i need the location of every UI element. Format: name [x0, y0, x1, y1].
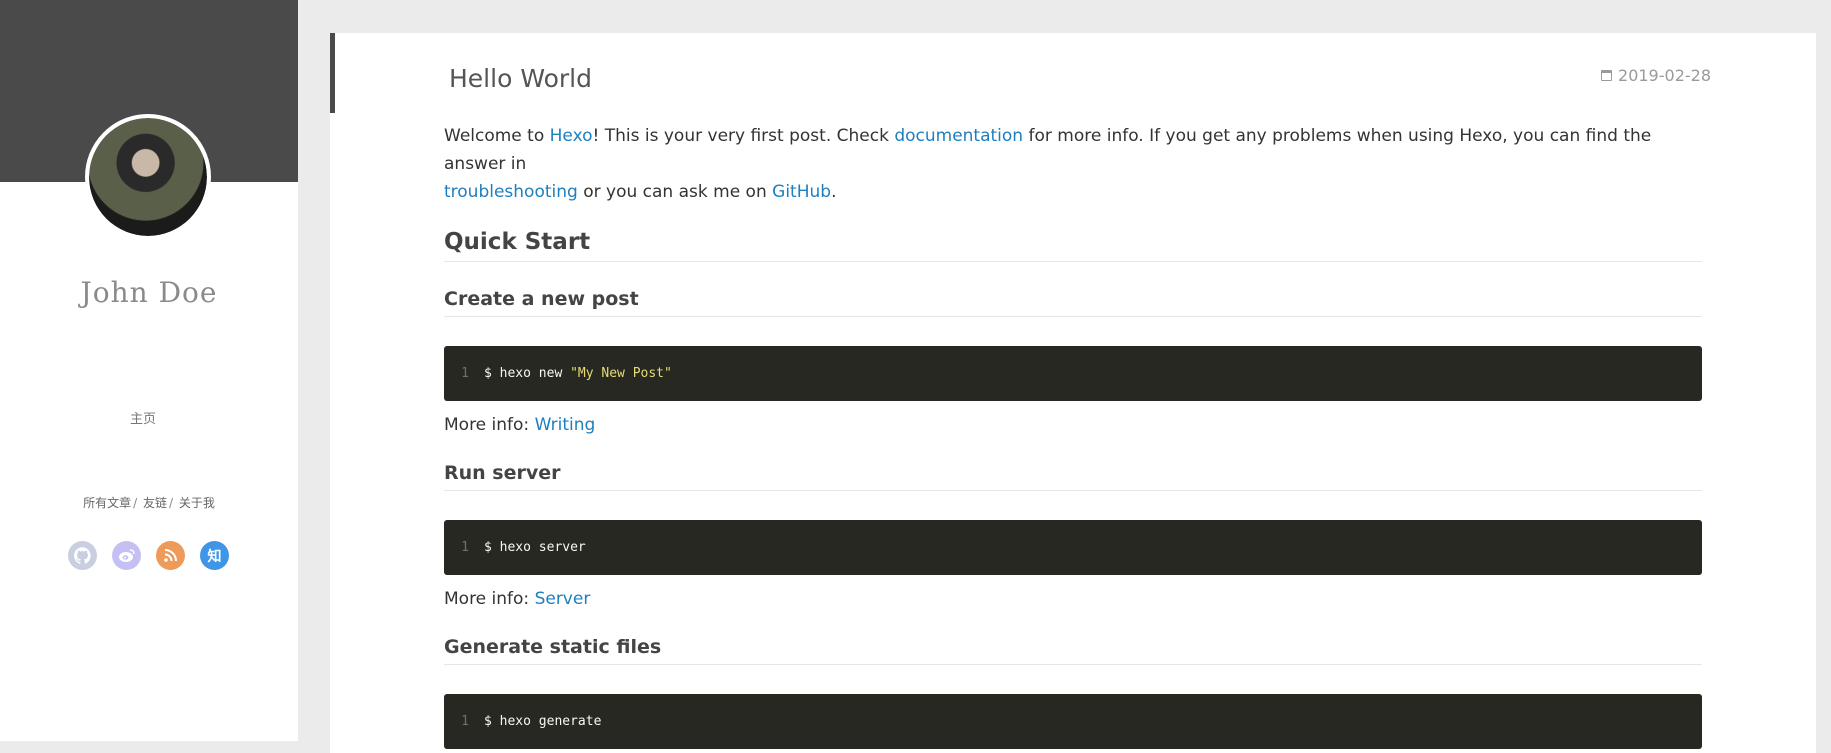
social-links: 知	[68, 541, 229, 570]
post-content: Welcome to Hexo! This is your very first…	[444, 122, 1702, 749]
link-server[interactable]: Server	[535, 589, 591, 609]
link-hexo[interactable]: Hexo	[550, 126, 593, 146]
sidebar: John Doe 主页 所有文章 / 友链 / 关于我 知	[0, 0, 298, 741]
code-block[interactable]: 1 $ hexo server	[444, 520, 1702, 575]
heading-create-post: Create a new post	[444, 283, 1702, 317]
intro-paragraph: Welcome to Hexo! This is your very first…	[444, 126, 1652, 202]
avatar[interactable]	[85, 114, 211, 240]
nav-links: 所有文章 / 友链 / 关于我	[83, 496, 215, 510]
heading-quick-start: Quick Start	[444, 224, 1702, 262]
post-date-text: 2019-02-28	[1618, 66, 1711, 85]
code-string: "My New Post"	[570, 366, 672, 381]
zhihu-icon[interactable]: 知	[200, 541, 229, 570]
code-command: $ hexo new	[484, 366, 571, 381]
nav-home-link[interactable]: 主页	[0, 408, 286, 427]
line-number: 1	[461, 366, 469, 381]
nav-link-friends[interactable]: 友链	[143, 496, 167, 510]
line-number: 1	[461, 540, 469, 555]
link-troubleshooting[interactable]: troubleshooting	[444, 182, 578, 202]
post-title[interactable]: Hello World	[449, 64, 592, 93]
heading-generate-static: Generate static files	[444, 631, 1702, 665]
link-documentation[interactable]: documentation	[894, 126, 1023, 146]
nav-link-about[interactable]: 关于我	[179, 496, 215, 510]
github-icon[interactable]	[68, 541, 97, 570]
calendar-icon	[1601, 70, 1613, 81]
more-info: More info: Server	[444, 589, 591, 609]
title-accent-bar	[330, 33, 335, 113]
line-number: 1	[461, 714, 469, 729]
author-name: John Doe	[80, 276, 218, 309]
post-date: 2019-02-28	[1601, 66, 1711, 85]
code-command: $ hexo server	[484, 540, 586, 555]
rss-icon[interactable]	[156, 541, 185, 570]
code-block[interactable]: 1 $ hexo new "My New Post"	[444, 346, 1702, 401]
link-github[interactable]: GitHub	[772, 182, 831, 202]
code-command: $ hexo generate	[484, 714, 602, 729]
weibo-icon[interactable]	[112, 541, 141, 570]
nav-link-all-posts[interactable]: 所有文章	[83, 496, 131, 510]
link-writing[interactable]: Writing	[535, 415, 596, 435]
heading-run-server: Run server	[444, 457, 1702, 491]
more-info: More info: Writing	[444, 415, 596, 435]
